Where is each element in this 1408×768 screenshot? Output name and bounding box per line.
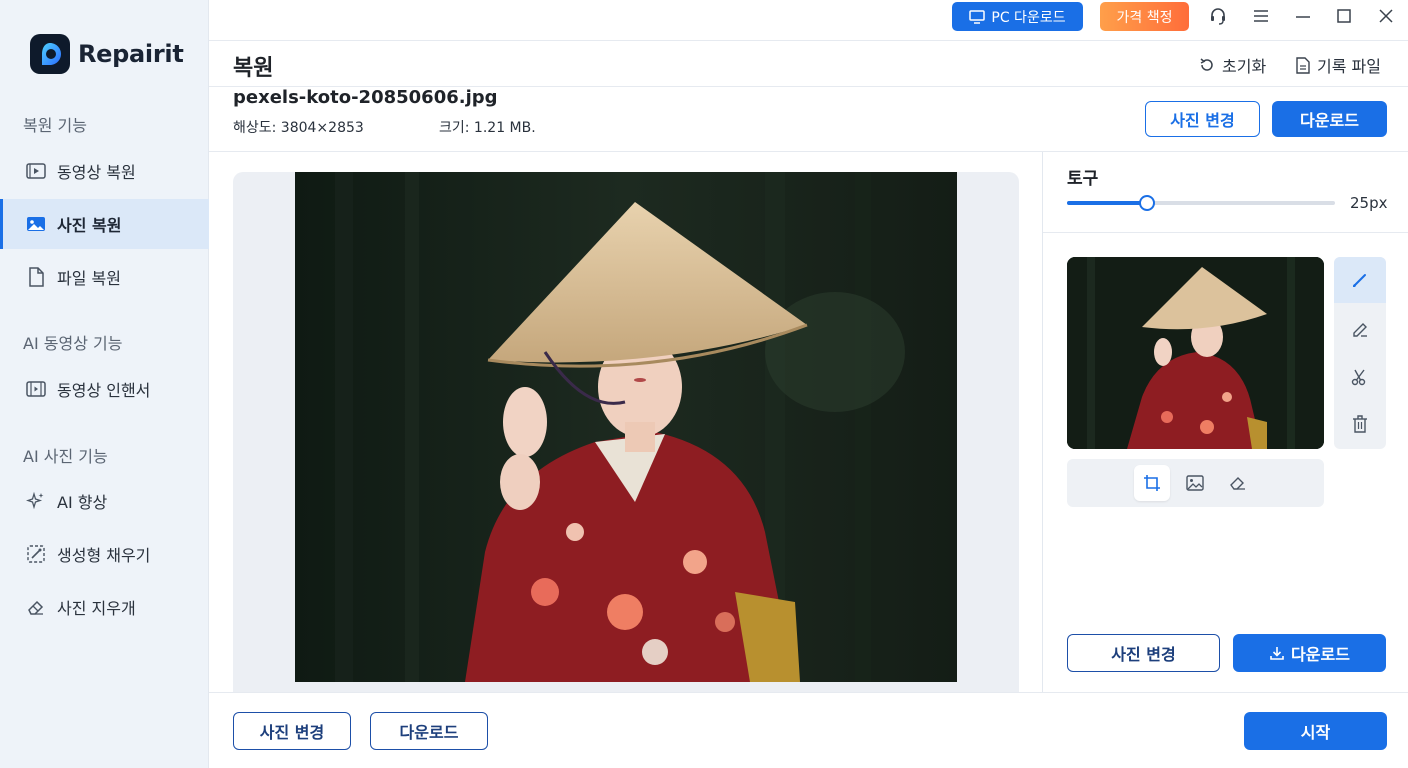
photo-thumbnail[interactable] <box>1067 257 1324 449</box>
slider-fill <box>1067 201 1147 205</box>
change-photo-button-top[interactable]: 사진 변경 <box>1145 101 1260 137</box>
headset-support-icon[interactable] <box>1207 5 1229 27</box>
sidebar-item-generative-fill[interactable]: 생성형 채우기 <box>0 529 209 579</box>
minimize-icon[interactable] <box>1292 5 1314 27</box>
change-photo-button-panel[interactable]: 사진 변경 <box>1067 634 1220 672</box>
top-divider <box>209 40 1408 41</box>
repairit-logo-icon <box>30 34 70 74</box>
image-icon <box>25 213 47 235</box>
download-icon <box>1270 647 1284 660</box>
pc-download-button[interactable]: PC 다운로드 <box>952 2 1083 31</box>
scissors-icon <box>1351 369 1366 386</box>
sidebar-item-photo-repair[interactable]: 사진 복원 <box>0 199 209 249</box>
pc-download-label: PC 다운로드 <box>991 9 1066 26</box>
sidebar-item-label: 동영상 인핸서 <box>57 381 151 400</box>
section-title-ai-video: AI 동영상 기능 <box>23 334 123 353</box>
crop-button[interactable] <box>1134 465 1170 501</box>
download-button-top[interactable]: 다운로드 <box>1272 101 1387 137</box>
sidebar-item-ai-enhance[interactable]: AI 향상 <box>0 476 209 526</box>
pricing-button[interactable]: 가격 책정 <box>1100 2 1189 31</box>
reset-label: 초기화 <box>1222 57 1267 76</box>
preview-card <box>233 172 1019 692</box>
reset-button[interactable]: 초기화 <box>1199 53 1266 77</box>
sidebar-item-file-repair[interactable]: 파일 복원 <box>0 252 209 302</box>
preview-area <box>209 152 1042 692</box>
mini-toolbar <box>1067 459 1324 507</box>
eraser-icon <box>25 596 47 618</box>
menu-icon[interactable] <box>1250 5 1272 27</box>
sparkle-icon <box>25 490 47 512</box>
download-button-bottom[interactable]: 다운로드 <box>370 712 488 750</box>
file-resolution: 해상도: 3804×2853 <box>233 120 364 136</box>
file-size: 크기: 1.21 MB. <box>439 120 536 136</box>
brush-tool-button[interactable] <box>1334 257 1386 303</box>
cut-tool-button[interactable] <box>1334 354 1386 400</box>
pen-eraser-icon <box>1353 323 1367 337</box>
sidebar-item-video-enhancer[interactable]: 동영상 인핸서 <box>0 364 209 414</box>
sidebar-item-photo-eraser[interactable]: 사진 지우개 <box>0 582 209 632</box>
sidebar-item-label: 사진 지우개 <box>57 599 136 618</box>
tool-column <box>1334 257 1386 449</box>
crop-icon <box>1144 475 1160 491</box>
reset-icon <box>1200 58 1213 71</box>
sidebar-item-label: AI 향상 <box>57 493 108 512</box>
video-icon <box>25 160 47 182</box>
photo-preview[interactable] <box>295 172 957 682</box>
close-icon[interactable] <box>1375 5 1397 27</box>
tools-title: 토구 <box>1067 169 1099 189</box>
erase-button[interactable] <box>1220 465 1256 501</box>
section-title-repair: 복원 기능 <box>23 116 87 135</box>
page-title: 복원 <box>233 56 274 81</box>
app-name: Repairit <box>78 40 184 68</box>
panel-divider <box>1042 152 1043 692</box>
file-icon <box>25 266 47 288</box>
slider-thumb[interactable] <box>1139 195 1155 211</box>
tools-divider <box>1043 232 1408 233</box>
delete-tool-button[interactable] <box>1334 401 1386 447</box>
monitor-icon <box>969 9 986 24</box>
trash-icon <box>1353 415 1367 433</box>
start-button[interactable]: 시작 <box>1244 712 1387 750</box>
app-logo[interactable]: Repairit <box>30 34 184 74</box>
sidebar-item-label: 생성형 채우기 <box>57 546 151 565</box>
sidebar-item-video-repair[interactable]: 동영상 복원 <box>0 146 209 196</box>
eraser-icon <box>1230 477 1245 490</box>
download-button-panel[interactable]: 다운로드 <box>1233 634 1386 672</box>
maximize-icon[interactable] <box>1333 5 1355 27</box>
sidebar-item-label: 동영상 복원 <box>57 163 136 182</box>
sidebar: Repairit 복원 기능 동영상 복원 사진 복원 파일 복원 AI 동영상… <box>0 0 209 768</box>
eraser-tool-button[interactable] <box>1334 307 1386 353</box>
image-button[interactable] <box>1177 465 1213 501</box>
download-label: 다운로드 <box>1291 645 1350 664</box>
generative-fill-icon <box>25 543 47 565</box>
picture-icon <box>1186 475 1204 491</box>
sidebar-item-label: 사진 복원 <box>57 216 122 235</box>
film-icon <box>25 378 47 400</box>
brush-size-value: 25px <box>1350 194 1388 212</box>
section-title-ai-photo: AI 사진 기능 <box>23 447 108 466</box>
sidebar-item-label: 파일 복원 <box>57 269 121 288</box>
file-name: pexels-koto-20850606.jpg <box>233 87 498 108</box>
log-file-label: 기록 파일 <box>1317 57 1381 76</box>
change-photo-button-bottom[interactable]: 사진 변경 <box>233 712 351 750</box>
brush-icon <box>1353 274 1366 287</box>
brush-size-slider[interactable] <box>1067 195 1335 211</box>
log-file-button[interactable]: 기록 파일 <box>1296 53 1381 77</box>
document-icon <box>1296 56 1310 74</box>
